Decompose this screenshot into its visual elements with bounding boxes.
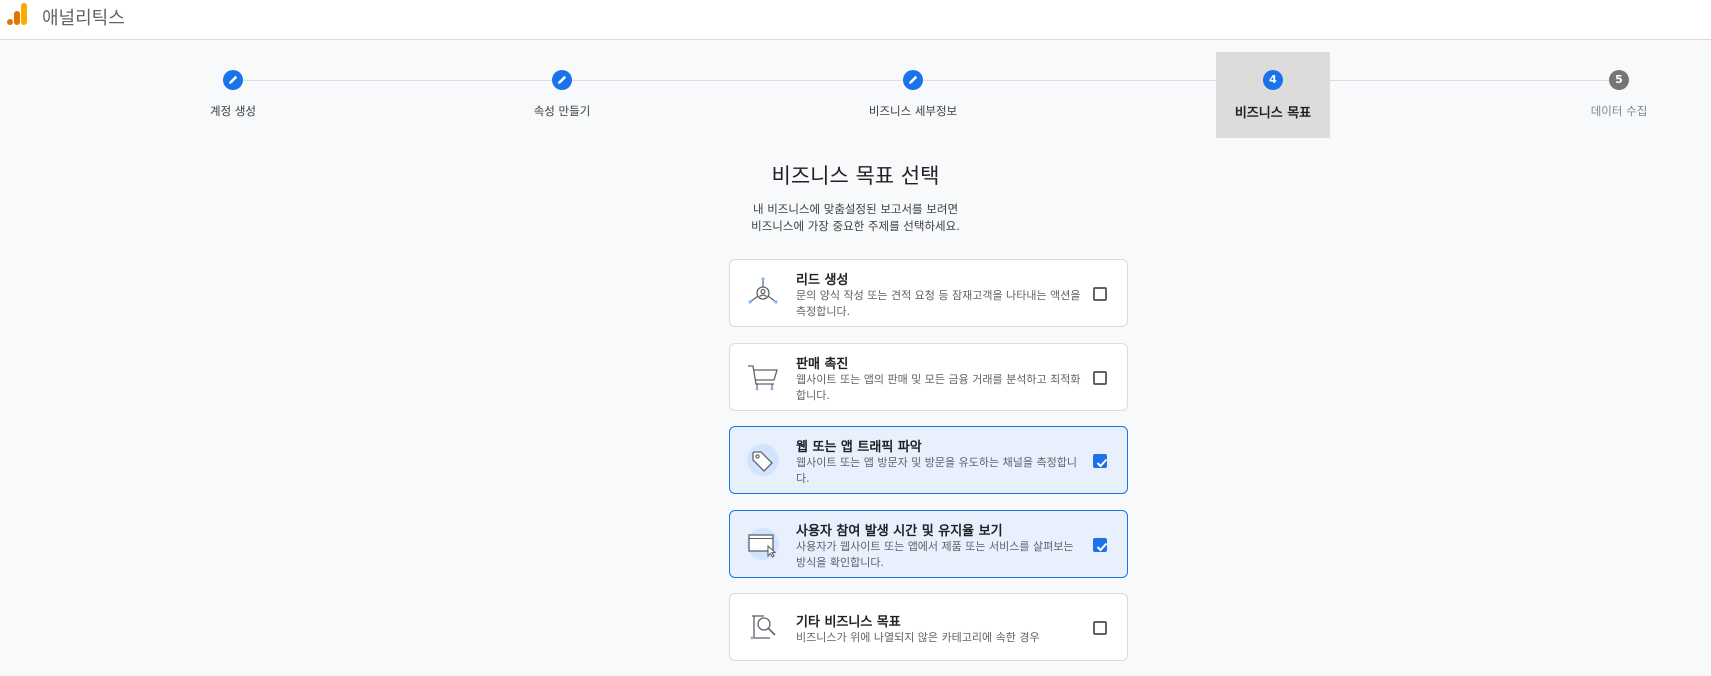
- check-icon: [1096, 542, 1108, 552]
- window-cursor-icon: [747, 528, 779, 560]
- page-subtitle: 내 비즈니스에 맞춤설정된 보고서를 보려면 비즈니스에 가장 중요한 주제를 …: [0, 201, 1711, 235]
- option-description: 사용자가 웹사이트 또는 앱에서 제품 또는 서비스를 살펴보는 방식을 확인합…: [796, 540, 1074, 569]
- step-number: 5: [1609, 70, 1629, 90]
- option-title: 리드 생성: [796, 273, 849, 288]
- option-checkbox[interactable]: [1093, 621, 1107, 635]
- edit-pencil-icon: [903, 70, 923, 90]
- setup-stepper: 계정 생성 속성 만들기 비즈니스 세부정보 4 비즈니스 목표 5 데이터 수…: [0, 52, 1711, 140]
- goal-option-web-app-traffic[interactable]: 웹 또는 앱 트래픽 파악 웹사이트 또는 앱 방문자 및 방문을 유도하는 채…: [729, 426, 1128, 494]
- app-title: 애널리틱스: [42, 8, 125, 29]
- goal-option-lead-generation[interactable]: 리드 생성 문의 양식 작성 또는 견적 요청 등 잠재고객을 나타내는 액션을…: [729, 259, 1128, 327]
- edit-pencil-icon: [223, 70, 243, 90]
- goal-option-user-engagement[interactable]: 사용자 참여 발생 시간 및 유지율 보기 사용자가 웹사이트 또는 앱에서 제…: [729, 510, 1128, 578]
- step-label: 데이터 수집: [1590, 104, 1648, 118]
- step-create-property[interactable]: 속성 만들기: [505, 52, 619, 138]
- magnifier-icon: [750, 615, 776, 640]
- cart-icon: [748, 365, 778, 391]
- page-title: 비즈니스 목표 선택: [771, 164, 940, 188]
- option-checkbox[interactable]: [1093, 287, 1107, 301]
- analytics-logo-icon[interactable]: [6, 2, 28, 26]
- step-label: 비즈니스 목표: [1234, 106, 1312, 121]
- option-title: 판매 촉진: [796, 357, 849, 372]
- option-title: 기타 비즈니스 목표: [796, 615, 901, 630]
- step-label: 속성 만들기: [533, 104, 591, 118]
- tag-icon: [747, 444, 779, 476]
- option-title: 웹 또는 앱 트래픽 파악: [796, 440, 922, 455]
- goal-option-other[interactable]: 기타 비즈니스 목표 비즈니스가 위에 나열되지 않은 카테고리에 속한 경우: [729, 593, 1128, 661]
- option-description: 웹사이트 또는 앱의 판매 및 모든 금융 거래를 분석하고 최적화합니다.: [796, 373, 1081, 402]
- option-checkbox[interactable]: [1093, 454, 1108, 468]
- step-label: 계정 생성: [210, 104, 256, 118]
- step-label: 비즈니스 세부정보: [868, 104, 958, 118]
- subtitle-line: 비즈니스에 가장 중요한 주제를 선택하세요.: [751, 219, 960, 233]
- step-business-goals[interactable]: 4 비즈니스 목표: [1216, 52, 1330, 138]
- subtitle-line: 내 비즈니스에 맞춤설정된 보고서를 보려면: [752, 202, 959, 216]
- option-description: 웹사이트 또는 앱 방문자 및 방문을 유도하는 채널을 측정합니다.: [796, 456, 1077, 485]
- lead-icon: [748, 277, 778, 304]
- edit-pencil-icon: [552, 70, 572, 90]
- step-number: 4: [1263, 70, 1283, 90]
- option-description: 문의 양식 작성 또는 견적 요청 등 잠재고객을 나타내는 액션을 측정합니다…: [796, 289, 1081, 318]
- goal-option-drive-sales[interactable]: 판매 촉진 웹사이트 또는 앱의 판매 및 모든 금융 거래를 분석하고 최적화…: [729, 343, 1128, 411]
- option-title: 사용자 참여 발생 시간 및 유지율 보기: [796, 524, 1003, 539]
- option-description: 비즈니스가 위에 나열되지 않은 카테고리에 속한 경우: [796, 631, 1040, 644]
- step-business-details[interactable]: 비즈니스 세부정보: [856, 52, 970, 138]
- step-data-collection[interactable]: 5 데이터 수집: [1562, 52, 1676, 138]
- option-checkbox[interactable]: [1093, 371, 1107, 385]
- step-account-creation[interactable]: 계정 생성: [176, 52, 290, 138]
- top-bar: 애널리틱스: [0, 0, 1711, 40]
- option-checkbox[interactable]: [1093, 538, 1108, 552]
- check-icon: [1096, 458, 1108, 468]
